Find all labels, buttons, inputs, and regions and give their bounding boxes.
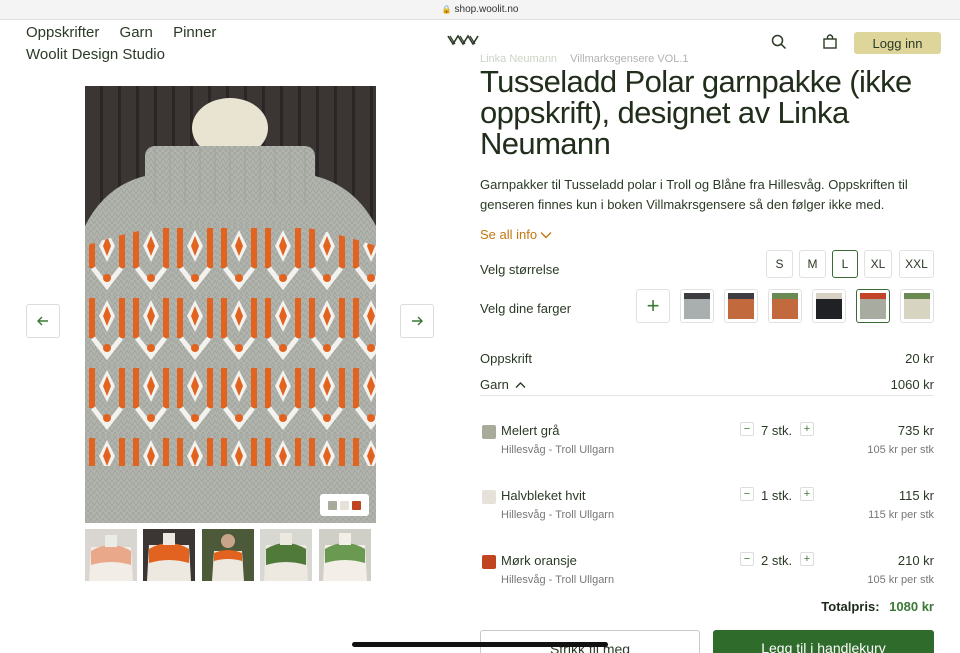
yarn-price: 735 kr — [897, 423, 934, 438]
plus-icon: + — [646, 293, 660, 318]
nav-item-design-studio[interactable]: Woolit Design Studio — [26, 46, 165, 63]
thumbnail-4[interactable] — [260, 529, 312, 581]
yarn-brand: Hillesvåg - Troll Ullgarn — [501, 509, 615, 521]
decrease-quantity-button[interactable]: − — [740, 487, 754, 501]
yarn-price: 210 kr — [897, 553, 934, 568]
login-button[interactable]: Logg inn — [854, 32, 941, 54]
pattern-label: Oppskrift — [480, 351, 533, 366]
size-option-xl[interactable]: XL — [864, 250, 892, 278]
chevron-up-icon[interactable] — [515, 381, 526, 389]
decrease-quantity-button[interactable]: − — [740, 552, 754, 566]
thumbnail-1[interactable] — [85, 529, 137, 581]
yarn-color-chip — [482, 555, 496, 569]
yarn-unit-price: 105 kr per stk — [867, 574, 934, 586]
see-all-label: Se all info — [480, 227, 538, 242]
color-swatch — [772, 293, 798, 319]
colors-label: Velg dine farger — [480, 301, 572, 316]
thumbnail-3[interactable] — [202, 529, 254, 581]
decrease-quantity-button[interactable]: − — [740, 422, 754, 436]
thumbnail-2[interactable] — [143, 529, 195, 581]
yarn-brand: Hillesvåg - Troll Ullgarn — [501, 444, 615, 456]
divider — [480, 395, 934, 396]
increase-quantity-button[interactable]: + — [800, 422, 814, 436]
search-icon[interactable] — [771, 34, 787, 55]
product-image[interactable] — [85, 86, 376, 523]
url-text: shop.woolit.no — [454, 4, 519, 15]
thumbnail-5[interactable] — [319, 529, 371, 581]
woolit-logo[interactable] — [447, 33, 481, 52]
color-option-6[interactable] — [900, 289, 934, 323]
yarn-quantity: 2 stk. — [761, 553, 793, 568]
total-price: Totalpris: 1080 kr — [821, 599, 934, 614]
add-color-button[interactable]: + — [636, 289, 670, 323]
yarn-brand: Hillesvåg - Troll Ullgarn — [501, 574, 615, 586]
color-chip — [352, 500, 361, 510]
size-label: Velg størrelse — [480, 262, 560, 277]
yarn-color-chip — [482, 425, 496, 439]
color-option-1[interactable] — [680, 289, 714, 323]
color-option-4[interactable] — [812, 289, 846, 323]
nav-item-pinner[interactable]: Pinner — [173, 24, 216, 41]
main-nav: Oppskrifter Garn Pinner Woolit Design St… — [26, 24, 232, 63]
nav-item-garn[interactable]: Garn — [120, 24, 153, 41]
color-option-3[interactable] — [768, 289, 802, 323]
size-option-m[interactable]: M — [799, 250, 826, 278]
color-swatch — [860, 293, 886, 319]
yarn-color-chip — [482, 490, 496, 504]
increase-quantity-button[interactable]: + — [800, 552, 814, 566]
image-color-chips — [320, 494, 369, 516]
arrow-left-icon — [37, 316, 48, 326]
yarn-label: Garn — [480, 377, 509, 392]
add-to-cart-button[interactable]: Legg til i handlekurv — [713, 630, 934, 653]
next-image-button[interactable] — [400, 304, 434, 338]
yarn-name: Halvbleket hvit — [501, 488, 586, 503]
yarn-row: Melert grå Hillesvåg - Troll Ullgarn −7 st… — [480, 419, 934, 459]
color-chip — [328, 500, 337, 510]
browser-url-bar[interactable]: 🔒 shop.woolit.no — [0, 0, 960, 20]
yarn-name: Mørk oransje — [501, 553, 577, 568]
total-amount: 1080 kr — [889, 599, 934, 614]
lock-icon: 🔒 — [441, 5, 452, 14]
size-option-s[interactable]: S — [766, 250, 793, 278]
color-swatch — [816, 293, 842, 319]
arrow-right-icon — [412, 316, 423, 326]
yarn-price: 115 kr — [898, 488, 934, 503]
product-title: Tusseladd Polar garnpakke (ikke oppskrif… — [480, 64, 912, 161]
pattern-price: 20 kr — [905, 351, 934, 366]
size-option-xxl[interactable]: XXL — [899, 250, 934, 278]
color-swatch — [684, 293, 710, 319]
yarn-row: Mørk oransje Hillesvåg - Troll Ullgarn −2 … — [480, 549, 934, 589]
yarn-quantity: 1 stk. — [761, 488, 793, 503]
yarn-unit-price: 115 kr per stk — [868, 509, 934, 521]
color-swatch — [904, 293, 930, 319]
color-swatch — [728, 293, 754, 319]
home-indicator[interactable] — [352, 642, 608, 647]
size-option-l[interactable]: L — [832, 250, 858, 278]
yarn-price: 1060 kr — [890, 377, 934, 392]
pattern-price-row: Oppskrift 20 kr — [480, 351, 934, 366]
previous-image-button[interactable] — [26, 304, 60, 338]
yarn-price-row[interactable]: Garn 1060 kr — [480, 377, 934, 392]
see-all-info-link[interactable]: Se all info — [480, 227, 552, 242]
shopping-bag-icon[interactable] — [822, 34, 838, 55]
chevron-down-icon — [540, 231, 552, 238]
yarn-quantity: 7 stk. — [761, 423, 793, 438]
sweater-photo — [85, 86, 376, 523]
color-chip — [340, 500, 349, 510]
yarn-row: Halvbleket hvit Hillesvåg - Troll Ullgarn… — [480, 484, 934, 524]
yarn-name: Melert grå — [501, 423, 560, 438]
total-label: Totalpris: — [821, 599, 880, 614]
yarn-unit-price: 105 kr per stk — [867, 444, 934, 456]
nav-item-oppskrifter[interactable]: Oppskrifter — [26, 24, 99, 41]
color-option-2[interactable] — [724, 289, 758, 323]
increase-quantity-button[interactable]: + — [800, 487, 814, 501]
color-option-5[interactable] — [856, 289, 890, 323]
product-description: Garnpakker til Tusseladd polar i Troll o… — [480, 177, 908, 212]
